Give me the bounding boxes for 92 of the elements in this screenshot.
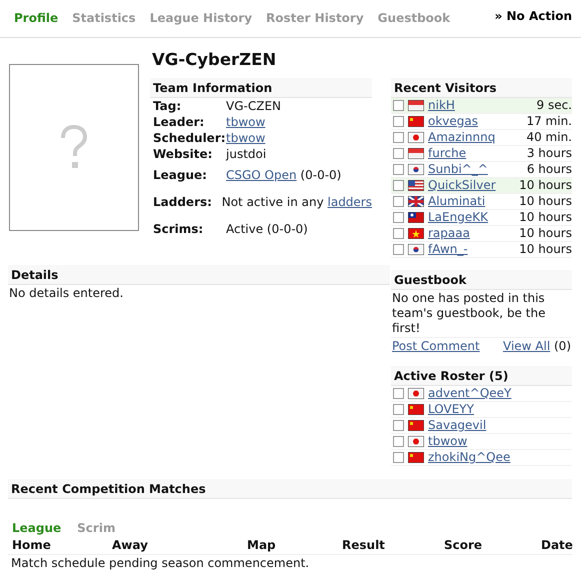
view-all-link[interactable]: View All [503,339,550,353]
user-link[interactable]: rapaaa [428,226,470,241]
column-header: Date [541,538,573,553]
user-link[interactable]: Amazinnnq [428,130,496,145]
section-header: Recent Visitors [391,78,572,98]
field-label: Leader: [153,114,206,130]
flag-icon [408,452,424,463]
dot-flag-icon [408,436,424,447]
visit-time: 17 min. [526,114,572,129]
details-text: No details entered. [8,285,124,302]
user-link[interactable]: nikH [428,98,455,113]
user-link[interactable]: zhokiNg^Qee [428,450,510,465]
post-comment-link[interactable]: Post Comment [392,339,480,354]
cross-flag-icon [408,196,424,207]
flag-icon [408,116,424,127]
action-link[interactable]: » No Action [494,9,572,24]
checkbox[interactable] [393,388,404,399]
field-label: Tag: [153,98,182,114]
section-header: Recent Competition Matches [8,479,572,499]
user-link[interactable]: QuickSilver [428,178,496,193]
visit-time: 10 hours [519,210,572,225]
field-link[interactable]: ladders [328,195,372,209]
empty-message: Match schedule pending season commencement. [10,555,310,572]
column-header: Score [444,538,484,553]
field-label: Website: [153,146,214,162]
dot-flag-icon [408,388,424,399]
team-name: VG-CyberZEN [152,50,278,70]
user-link[interactable]: advent^QeeY [428,386,512,401]
checkbox[interactable] [393,212,404,223]
visit-time: 40 min. [526,130,572,145]
flag-icon [408,212,424,223]
field-label: Scrims: [153,222,204,237]
user-link[interactable]: tbwow [428,434,468,449]
checkbox[interactable] [393,228,404,239]
checkbox[interactable] [393,436,404,447]
field-value: Active (0-0-0) [226,222,308,236]
column-header: Home [12,538,52,553]
dot-flag-icon [408,132,424,143]
field-value: Not active in any [222,195,325,209]
field-value: (0-0-0) [299,168,342,182]
checkbox[interactable] [393,244,404,255]
guestbook-message: No one has posted in this team's guestbook, be the first! [391,290,572,338]
flag-icon [408,420,424,431]
user-link[interactable]: furche [428,146,466,161]
checkbox[interactable] [393,196,404,207]
checkbox[interactable] [393,420,404,431]
user-link[interactable]: Savagevil [428,418,486,433]
column-header: Result [342,538,386,553]
column-header: Map [247,538,277,553]
field-label: Ladders: [153,195,213,210]
visit-time: 10 hours [519,194,572,209]
visit-time: 6 hours [526,162,572,177]
tab[interactable]: Profile [14,11,58,26]
user-link[interactable]: fAwn_- [428,242,468,257]
column-header: Away [112,538,149,553]
flag-icon [408,164,424,175]
flag-icon [408,244,424,255]
field-label: Scheduler: [153,130,226,146]
visit-time: 10 hours [519,242,572,257]
visit-time: 3 hours [526,146,572,161]
visit-time: 10 hours [519,178,572,193]
striped-flag-icon [408,148,424,159]
question-mark-icon [59,124,89,170]
user-link[interactable]: LaEngeKK [428,210,488,225]
section-header: Team Information [150,78,372,98]
user-link[interactable]: Sunbi^_^ [428,162,488,177]
flag-icon [408,404,424,415]
section-header: Guestbook [391,270,572,290]
checkbox[interactable] [393,148,404,159]
checkbox[interactable] [393,404,404,415]
user-link[interactable]: Aluminati [428,194,486,209]
checkbox[interactable] [393,116,404,127]
checkbox[interactable] [393,132,404,143]
field-label: League: [153,168,208,183]
checkbox[interactable] [393,180,404,191]
checkbox[interactable] [393,100,404,111]
section-header: Details [8,265,390,285]
checkbox[interactable] [393,164,404,175]
field-link[interactable]: tbwow [226,130,266,144]
user-link[interactable]: okvegas [428,114,478,129]
field-link[interactable]: CSGO Open [226,168,297,182]
tab[interactable]: League [12,521,62,535]
user-link[interactable]: LOVEYY [428,402,474,417]
visit-time: 10 hours [519,226,572,241]
star-flag-icon [408,228,424,239]
checkbox[interactable] [393,452,404,463]
visit-time: 9 sec. [536,98,572,113]
comment-count: (0) [554,339,571,353]
field-value: justdoi [226,146,266,160]
field-link[interactable]: tbwow [226,114,266,128]
section-header: Active Roster (5) [391,366,572,386]
field-value: VG-CZEN [226,98,281,112]
